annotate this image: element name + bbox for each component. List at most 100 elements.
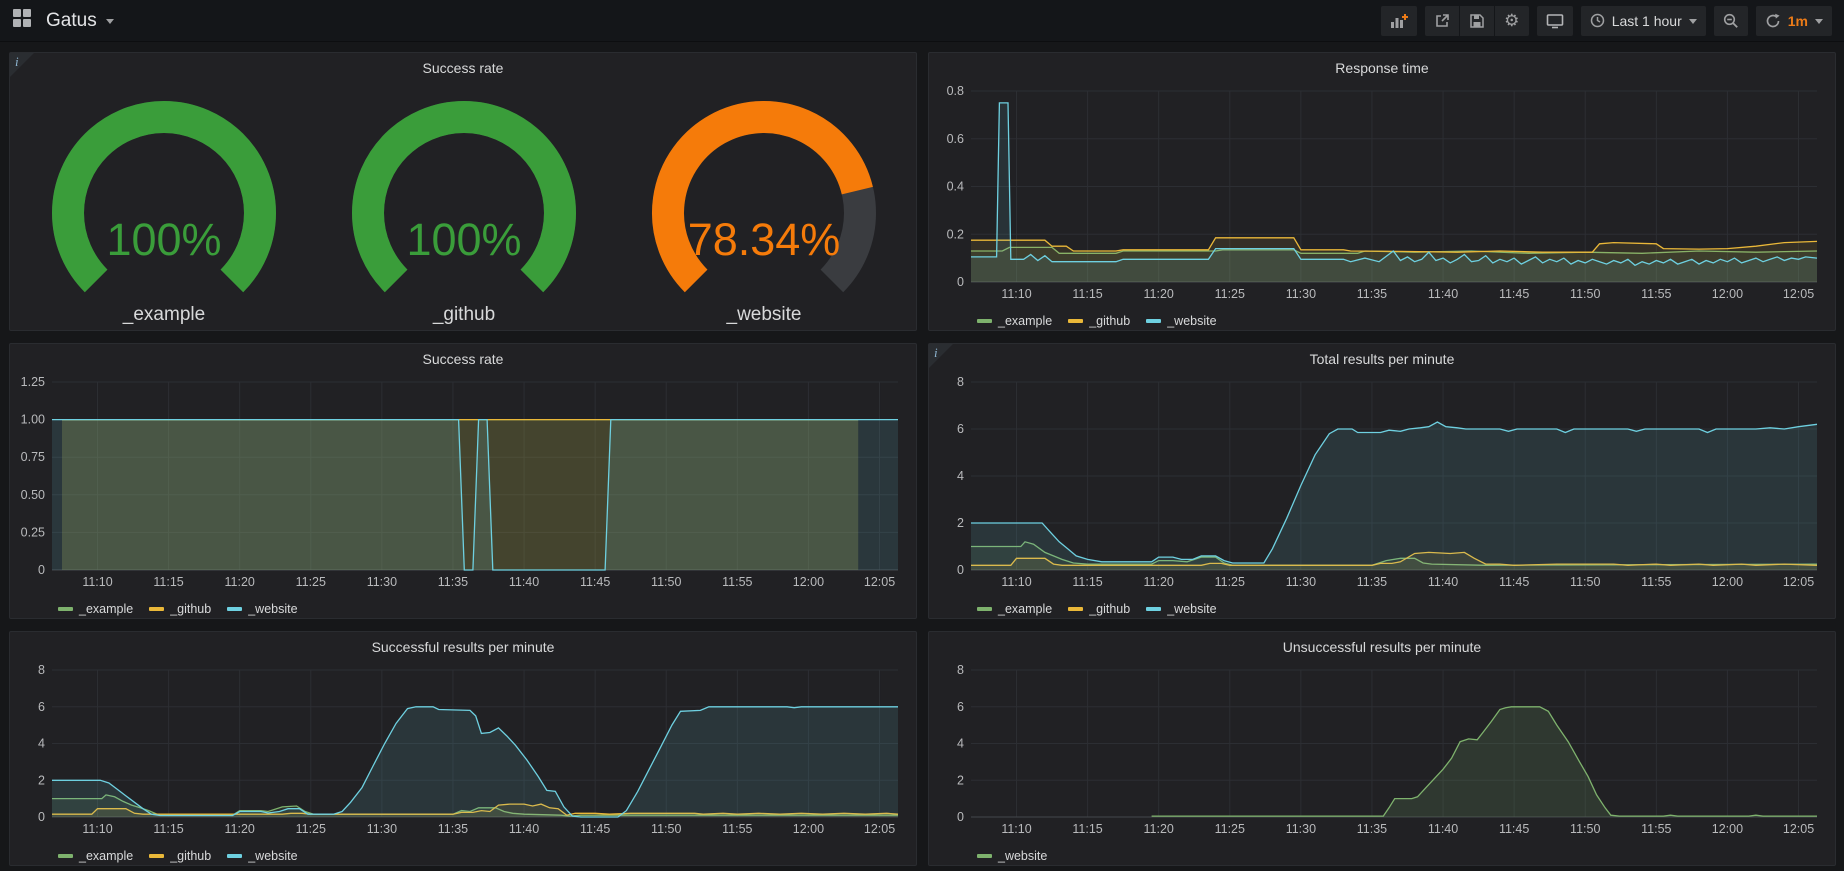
legend-item-_website[interactable]: _website <box>1146 314 1216 328</box>
total-results-chart[interactable]: 11:1011:1511:2011:2511:3011:3511:4011:45… <box>933 374 1831 592</box>
svg-text:11:45: 11:45 <box>580 575 610 589</box>
svg-text:11:45: 11:45 <box>1499 822 1529 836</box>
zoom-out-icon <box>1723 13 1739 29</box>
legend-item-_website[interactable]: _website <box>227 849 297 863</box>
unsuccessful-results-chart[interactable]: 11:1011:1511:2011:2511:3011:3511:4011:45… <box>933 662 1831 839</box>
dashboard-title-picker[interactable]: Gatus <box>46 10 114 32</box>
svg-text:8: 8 <box>957 663 964 677</box>
panel-success-rate-over-time: Success rate 11:1011:1511:2011:2511:3011… <box>9 343 917 619</box>
legend-item-_website[interactable]: _website <box>1146 602 1216 616</box>
svg-text:11:10: 11:10 <box>82 575 112 589</box>
svg-text:11:55: 11:55 <box>1641 287 1671 301</box>
panel-header: Success rate <box>10 344 916 374</box>
legend-item-_github[interactable]: _github <box>1068 602 1130 616</box>
legend-item-_website[interactable]: _website <box>227 602 297 616</box>
tv-mode-button[interactable] <box>1537 6 1573 36</box>
svg-text:11:30: 11:30 <box>1286 287 1316 301</box>
successful-results-chart[interactable]: 11:1011:1511:2011:2511:3011:3511:4011:45… <box>14 662 912 839</box>
response-time-chart[interactable]: 11:1011:1511:2011:2511:3011:3511:4011:45… <box>933 83 1831 304</box>
svg-text:11:10: 11:10 <box>1001 575 1031 589</box>
svg-text:11:30: 11:30 <box>367 575 397 589</box>
gauge-label: _github <box>314 304 614 326</box>
legend-item-_example[interactable]: _example <box>58 602 133 616</box>
svg-text:11:30: 11:30 <box>367 822 397 836</box>
svg-text:11:15: 11:15 <box>153 575 183 589</box>
svg-text:11:15: 11:15 <box>1072 287 1102 301</box>
legend-label: _github <box>170 602 211 616</box>
svg-text:11:25: 11:25 <box>1215 287 1245 301</box>
svg-text:11:55: 11:55 <box>1641 575 1671 589</box>
panel-title[interactable]: Total results per minute <box>1310 351 1455 367</box>
legend-item-_github[interactable]: _github <box>149 602 211 616</box>
zoom-out-button[interactable] <box>1714 6 1748 36</box>
legend-swatch <box>149 607 164 611</box>
panel-title[interactable]: Success rate <box>423 351 504 367</box>
svg-text:0: 0 <box>957 810 964 824</box>
svg-text:11:10: 11:10 <box>1001 822 1031 836</box>
panel-successful-results: Successful results per minute 11:1011:15… <box>9 631 917 866</box>
panel-title[interactable]: Response time <box>1335 60 1428 76</box>
legend-item-_example[interactable]: _example <box>977 314 1052 328</box>
svg-text:11:40: 11:40 <box>1428 287 1458 301</box>
gauge-_github: 100%_github <box>314 89 614 326</box>
svg-text:11:40: 11:40 <box>509 822 539 836</box>
legend-label: _website <box>998 849 1047 863</box>
legend-label: _github <box>1089 314 1130 328</box>
panel-info-icon[interactable]: i <box>10 53 34 77</box>
svg-text:0: 0 <box>38 810 45 824</box>
time-range-picker[interactable]: Last 1 hour <box>1581 6 1706 36</box>
svg-text:12:05: 12:05 <box>1783 822 1814 836</box>
legend-item-_website[interactable]: _website <box>977 849 1047 863</box>
panel-success-rate-gauges: i Success rate 100%_example100%_github78… <box>9 52 917 331</box>
legend-label: _website <box>248 602 297 616</box>
legend-item-_github[interactable]: _github <box>149 849 211 863</box>
svg-text:11:20: 11:20 <box>1144 822 1174 836</box>
svg-text:11:20: 11:20 <box>225 575 255 589</box>
svg-text:4: 4 <box>957 469 964 483</box>
svg-text:12:05: 12:05 <box>864 822 895 836</box>
panel-title[interactable]: Unsuccessful results per minute <box>1283 639 1481 655</box>
panel-response-time: Response time 11:1011:1511:2011:2511:301… <box>928 52 1836 331</box>
gauge-_website: 78.34%_website <box>614 89 914 326</box>
share-button[interactable] <box>1425 6 1459 36</box>
svg-text:0: 0 <box>38 563 45 577</box>
save-button[interactable] <box>1460 6 1494 36</box>
legend-swatch <box>227 607 242 611</box>
legend-item-_github[interactable]: _github <box>1068 314 1130 328</box>
legend-label: _example <box>998 602 1052 616</box>
apps-grid-icon[interactable] <box>12 8 32 33</box>
legend-label: _github <box>1089 602 1130 616</box>
svg-text:2: 2 <box>957 773 964 787</box>
legend-label: _website <box>1167 314 1216 328</box>
add-panel-button[interactable] <box>1381 6 1417 36</box>
legend-item-_example[interactable]: _example <box>58 849 133 863</box>
svg-text:12:00: 12:00 <box>793 822 824 836</box>
svg-text:11:50: 11:50 <box>1570 287 1600 301</box>
legend-swatch <box>149 854 164 858</box>
svg-text:11:40: 11:40 <box>509 575 539 589</box>
gauge-label: _website <box>614 304 914 326</box>
legend-swatch <box>977 319 992 323</box>
panel-title[interactable]: Successful results per minute <box>372 639 555 655</box>
svg-text:11:45: 11:45 <box>1499 575 1529 589</box>
refresh-picker[interactable]: 1m <box>1756 6 1832 36</box>
legend-label: _example <box>998 314 1052 328</box>
panel-title[interactable]: Success rate <box>423 60 504 76</box>
svg-text:2: 2 <box>38 773 45 787</box>
panel-info-icon[interactable]: i <box>929 344 953 368</box>
svg-text:12:05: 12:05 <box>1783 287 1814 301</box>
svg-text:0: 0 <box>957 275 964 289</box>
legend-item-_example[interactable]: _example <box>977 602 1052 616</box>
success-rate-chart[interactable]: 11:1011:1511:2011:2511:3011:3511:4011:45… <box>14 374 912 592</box>
svg-text:12:00: 12:00 <box>1712 822 1743 836</box>
settings-button[interactable]: ⚙ <box>1495 6 1529 36</box>
svg-text:11:30: 11:30 <box>1286 822 1316 836</box>
svg-text:11:15: 11:15 <box>153 822 183 836</box>
legend-swatch <box>977 607 992 611</box>
legend-label: _github <box>170 849 211 863</box>
legend-swatch <box>1146 607 1161 611</box>
panel-header: Unsuccessful results per minute <box>929 632 1835 662</box>
gear-icon: ⚙ <box>1504 12 1519 29</box>
time-range-label: Last 1 hour <box>1612 13 1682 29</box>
dashboard-title: Gatus <box>46 10 97 32</box>
